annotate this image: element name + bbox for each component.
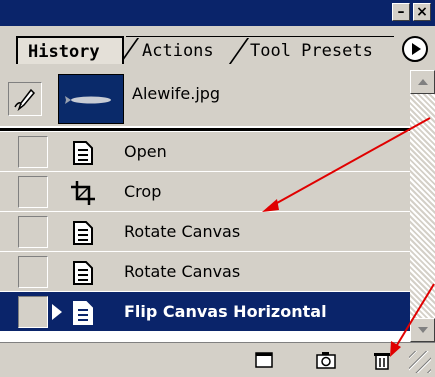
history-state-row[interactable]: Rotate Canvas (0, 212, 410, 252)
snapshot-thumbnail (58, 74, 124, 124)
history-state-slider-icon[interactable] (52, 304, 62, 320)
fish-thumbnail-image (65, 96, 111, 104)
tab-history[interactable]: History (16, 36, 124, 64)
history-state-label: Flip Canvas Horizontal (124, 302, 327, 321)
close-button[interactable]: × (413, 3, 431, 21)
new-snapshot-icon[interactable] (314, 349, 338, 371)
history-brush-source-box[interactable] (18, 176, 48, 208)
minimize-button[interactable]: – (392, 3, 410, 21)
history-state-label: Open (124, 142, 167, 161)
resize-grip[interactable] (409, 351, 431, 373)
history-state-label: Rotate Canvas (124, 222, 241, 241)
scroll-down-button[interactable] (410, 318, 435, 342)
trash-icon[interactable] (370, 349, 394, 371)
history-state-row[interactable]: Open (0, 132, 410, 172)
history-state-row-selected[interactable]: Flip Canvas Horizontal (0, 292, 410, 332)
snapshot-divider (0, 128, 410, 131)
scroll-up-button[interactable] (410, 70, 435, 94)
history-brush-source-box[interactable] (18, 216, 48, 248)
tab-actions[interactable]: Actions (126, 36, 234, 64)
history-state-label: Crop (124, 182, 162, 201)
tab-tool-presets[interactable]: Tool Presets (230, 36, 394, 64)
snapshot-label: Alewife.jpg (132, 84, 221, 103)
palette-title-bar[interactable]: – × (0, 0, 435, 26)
snapshot-row[interactable]: Alewife.jpg (0, 70, 410, 126)
minimize-icon: – (397, 4, 405, 20)
history-brush-source[interactable] (8, 82, 42, 116)
history-brush-source-box[interactable] (18, 136, 48, 168)
history-brush-source-box[interactable] (18, 256, 48, 288)
history-brush-source-box[interactable] (18, 296, 48, 328)
history-palette: – × Tool Presets Actions History Alewife… (0, 0, 435, 377)
history-state-row[interactable]: Crop (0, 172, 410, 212)
palette-menu-button[interactable] (402, 36, 428, 62)
history-state-label: Rotate Canvas (124, 262, 241, 281)
history-state-row[interactable]: Rotate Canvas (0, 252, 410, 292)
new-document-from-state-icon[interactable] (252, 349, 276, 371)
history-list: Alewife.jpg Open Crop Rotate Canvas Rota… (0, 70, 410, 342)
vertical-scrollbar[interactable] (410, 70, 435, 342)
document-step-icon (73, 261, 93, 285)
palette-toolbar (0, 342, 435, 377)
palette-tabs: Tool Presets Actions History (0, 26, 435, 96)
document-step-icon (73, 141, 93, 165)
close-icon: × (416, 4, 428, 20)
history-brush-icon (14, 88, 36, 112)
document-step-icon (73, 301, 93, 325)
document-step-icon (73, 221, 93, 245)
crop-icon (71, 181, 95, 205)
